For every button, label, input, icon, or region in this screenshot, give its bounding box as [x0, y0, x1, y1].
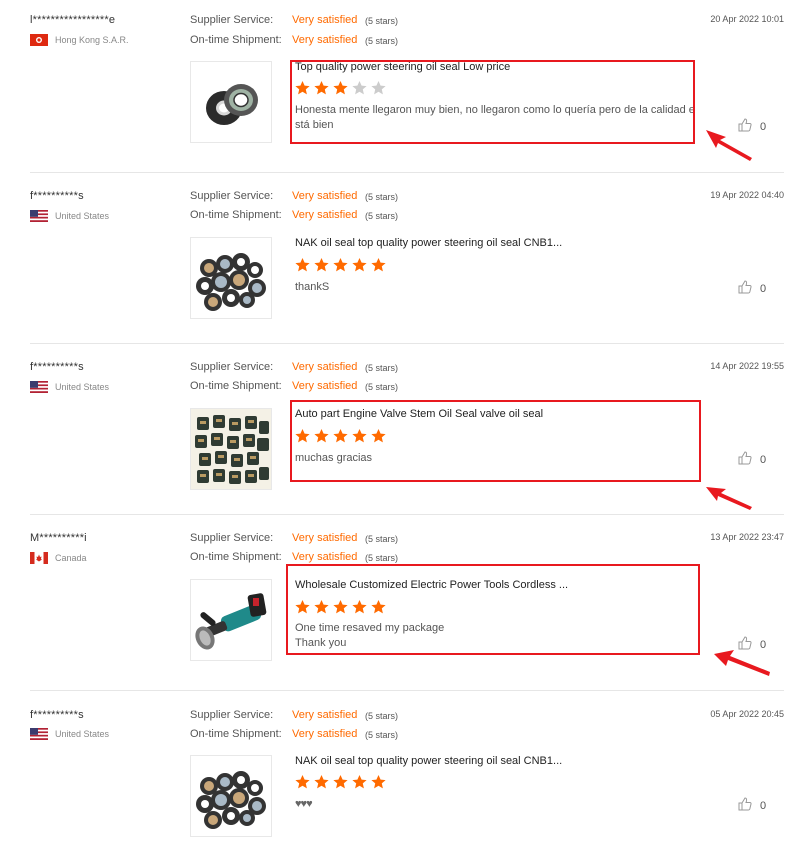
review-date: 14 Apr 2022 19:55 — [710, 361, 784, 371]
supplier-service-label: Supplier Service: — [190, 532, 274, 544]
red-arrow-icon — [706, 130, 752, 161]
country-name: United States — [55, 382, 110, 392]
review-date: 19 Apr 2022 04:40 — [710, 190, 784, 200]
supplier-stars-text: (5 stars) — [365, 363, 399, 373]
supplier-service-value: Very satisfied — [292, 190, 358, 202]
reviewer-country: Canada — [30, 552, 87, 564]
red-arrow-icon — [714, 650, 770, 676]
like-button[interactable]: 0 — [738, 451, 766, 468]
ontime-shipment-label: On-time Shipment: — [190, 34, 282, 46]
supplier-service-label: Supplier Service: — [190, 709, 274, 721]
supplier-service-value: Very satisfied — [292, 14, 358, 26]
like-count: 0 — [760, 120, 767, 133]
product-thumbnail[interactable] — [190, 755, 272, 837]
thumbs-up-icon — [738, 451, 760, 468]
review-item: M**********i Canada Supplier Service: On… — [0, 514, 790, 690]
star-filled-icon — [295, 258, 310, 272]
star-filled-icon — [314, 258, 329, 272]
supplier-service-value: Very satisfied — [292, 709, 358, 721]
reviewer-name: f**********s — [30, 190, 84, 202]
reviewer-name: f**********s — [30, 361, 84, 373]
reviewer-country: Hong Kong S.A.R. — [30, 34, 129, 46]
product-thumbnail[interactable] — [190, 237, 272, 319]
reviewer-name: l*****************e — [30, 14, 116, 26]
review-item: f**********s United States Supplier Serv… — [0, 172, 790, 343]
highlight-box — [286, 564, 700, 655]
country-name: United States — [55, 211, 110, 221]
star-filled-icon — [371, 258, 386, 272]
highlight-box — [290, 60, 695, 144]
review-date: 05 Apr 2022 20:45 — [710, 709, 784, 719]
comment-line: thankS — [295, 281, 330, 293]
highlight-box — [290, 400, 701, 482]
red-arrow-icon — [706, 487, 752, 510]
reviewer-country: United States — [30, 381, 109, 393]
supplier-service-label: Supplier Service: — [190, 361, 274, 373]
product-thumbnail[interactable] — [190, 408, 272, 490]
supplier-service-value: Very satisfied — [292, 532, 358, 544]
like-button[interactable]: 0 — [738, 797, 766, 814]
reviewer-name: f**********s — [30, 709, 84, 721]
thumbs-up-icon — [738, 797, 760, 814]
ontime-shipment-value: Very satisfied — [292, 728, 358, 740]
ontime-shipment-label: On-time Shipment: — [190, 380, 282, 392]
star-filled-icon — [333, 775, 348, 789]
like-count: 0 — [760, 453, 767, 466]
comment-line: ♥♥♥ — [295, 798, 313, 810]
review-date: 13 Apr 2022 23:47 — [710, 532, 784, 542]
product-thumbnail[interactable] — [190, 579, 272, 661]
star-filled-icon — [352, 258, 367, 272]
reviewer-name: M**********i — [30, 532, 87, 544]
review-comment: thankS — [295, 280, 695, 295]
ontime-shipment-label: On-time Shipment: — [190, 728, 282, 740]
review-item: f**********s United States Supplier Serv… — [0, 343, 790, 514]
supplier-stars-text: (5 stars) — [365, 16, 399, 26]
reviewer-country: United States — [30, 728, 109, 740]
ontime-stars-text: (5 stars) — [365, 382, 399, 392]
us-flag-icon — [30, 728, 48, 740]
product-thumbnail[interactable] — [190, 61, 272, 143]
us-flag-icon — [30, 210, 48, 222]
ontime-shipment-value: Very satisfied — [292, 34, 358, 46]
rating-stars — [294, 257, 387, 273]
hk-flag-icon — [30, 34, 48, 46]
supplier-service-label: Supplier Service: — [190, 14, 274, 26]
star-filled-icon — [333, 258, 348, 272]
supplier-stars-text: (5 stars) — [365, 534, 399, 544]
supplier-service-value: Very satisfied — [292, 361, 358, 373]
like-count: 0 — [760, 282, 767, 295]
supplier-stars-text: (5 stars) — [365, 192, 399, 202]
like-button[interactable]: 0 — [738, 280, 766, 297]
review-date: 20 Apr 2022 10:01 — [710, 14, 784, 24]
ontime-shipment-label: On-time Shipment: — [190, 551, 282, 563]
review-item: f**********s United States Supplier Serv… — [0, 690, 790, 859]
us-flag-icon — [30, 381, 48, 393]
supplier-service-label: Supplier Service: — [190, 190, 274, 202]
product-title[interactable]: NAK oil seal top quality power steering … — [295, 755, 562, 767]
country-name: United States — [55, 729, 110, 739]
star-filled-icon — [314, 775, 329, 789]
star-filled-icon — [371, 775, 386, 789]
country-name: Canada — [55, 553, 87, 563]
ontime-shipment-value: Very satisfied — [292, 209, 358, 221]
country-name: Hong Kong S.A.R. — [55, 35, 129, 45]
product-title[interactable]: NAK oil seal top quality power steering … — [295, 237, 562, 249]
thumbs-up-icon — [738, 280, 760, 297]
ontime-shipment-label: On-time Shipment: — [190, 209, 282, 221]
review-item: l*****************e Hong Kong S.A.R. Sup… — [0, 0, 790, 172]
ontime-stars-text: (5 stars) — [365, 36, 399, 46]
review-comment: ♥♥♥ — [295, 797, 695, 812]
star-filled-icon — [295, 775, 310, 789]
rating-stars — [294, 774, 387, 790]
ontime-stars-text: (5 stars) — [365, 211, 399, 221]
ontime-shipment-value: Very satisfied — [292, 551, 358, 563]
star-filled-icon — [352, 775, 367, 789]
ontime-shipment-value: Very satisfied — [292, 380, 358, 392]
ca-flag-icon — [30, 552, 48, 564]
reviewer-country: United States — [30, 210, 109, 222]
ontime-stars-text: (5 stars) — [365, 553, 399, 563]
like-count: 0 — [760, 799, 767, 812]
ontime-stars-text: (5 stars) — [365, 730, 399, 740]
supplier-stars-text: (5 stars) — [365, 711, 399, 721]
